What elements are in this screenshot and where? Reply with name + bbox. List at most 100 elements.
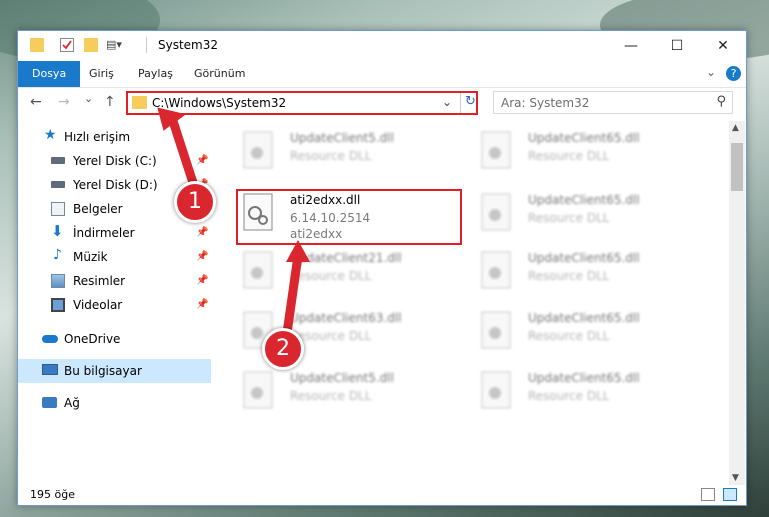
file-description: Resource DLL	[528, 211, 610, 225]
file-item[interactable]: UpdateClient65.dll Resource DLL	[480, 191, 700, 237]
help-icon[interactable]: ?	[726, 66, 741, 81]
pin-icon[interactable]: 📌	[196, 221, 208, 245]
file-item[interactable]: UpdateClient5.dll Resource DLL	[242, 369, 462, 415]
large-icons-view-icon[interactable]	[723, 488, 737, 501]
scroll-down-icon[interactable]: ▼	[732, 473, 739, 483]
pin-icon[interactable]: 📌	[196, 245, 208, 269]
back-arrow-icon[interactable]: ←	[30, 94, 42, 110]
file-item-ati2edxx[interactable]: ati2edxx.dll 6.14.10.2514 ati2edxx	[242, 191, 462, 241]
sidebar-item-label: Hızlı erişim	[64, 130, 131, 144]
new-folder-icon[interactable]	[84, 38, 98, 52]
search-placeholder: Ara: System32	[501, 96, 590, 110]
tab-paylas[interactable]: Paylaş	[129, 61, 182, 87]
dll-file-icon	[480, 131, 514, 171]
sidebar-item-music[interactable]: ♪ Müzik 📌	[18, 245, 211, 269]
file-item[interactable]: UpdateClient65.dll Resource DLL	[480, 249, 700, 295]
details-view-icon[interactable]	[701, 488, 715, 501]
sidebar-item-label: Yerel Disk (C:)	[73, 154, 157, 168]
file-item[interactable]: UpdateClient21.dll Resource DLL	[242, 249, 462, 295]
sidebar-item-quick-access[interactable]: ★ Hızlı erişim	[18, 125, 211, 149]
file-item[interactable]: UpdateClient65.dll Resource DLL	[480, 129, 700, 175]
dll-file-icon	[242, 371, 276, 411]
ribbon-tabs: Dosya Giriş Paylaş Görünüm ⌄ ?	[18, 61, 746, 88]
sidebar-item-label: Belgeler	[73, 202, 123, 216]
sidebar-item-label: Ağ	[64, 396, 80, 410]
pin-icon[interactable]: 📌	[196, 293, 208, 317]
up-arrow-icon[interactable]: ↑	[104, 94, 116, 110]
sidebar-item-label: Videolar	[73, 298, 123, 312]
search-box[interactable]: Ara: System32 ⚲	[493, 91, 733, 114]
file-description: Resource DLL	[528, 149, 610, 163]
item-count: 195 öğe	[30, 488, 75, 501]
pictures-icon	[51, 274, 65, 288]
step-callout-1: 1	[174, 181, 216, 223]
address-dropdown-icon[interactable]: ⌄	[442, 95, 452, 109]
scroll-thumb[interactable]	[731, 143, 743, 191]
maximize-button[interactable]: ☐	[654, 31, 700, 61]
refresh-icon[interactable]: ↻	[465, 94, 476, 109]
title-bar: ▤▾ System32 — ☐ ✕	[18, 31, 746, 61]
scroll-up-icon[interactable]: ▲	[732, 123, 739, 133]
step-callout-2: 2	[262, 328, 304, 370]
cloud-icon	[42, 335, 58, 343]
file-name: UpdateClient5.dll	[290, 131, 394, 145]
file-description: Resource DLL	[290, 269, 372, 283]
recent-locations-icon[interactable]: ⌄	[84, 92, 93, 105]
file-description: Resource DLL	[290, 389, 372, 403]
sidebar-item-downloads[interactable]: ⬇ İndirmeler 📌	[18, 221, 211, 245]
file-description: Resource DLL	[528, 329, 610, 343]
close-button[interactable]: ✕	[700, 31, 746, 61]
star-icon: ★	[44, 127, 57, 143]
file-name: UpdateClient65.dll	[528, 251, 640, 265]
sidebar-item-videos[interactable]: Videolar 📌	[18, 293, 211, 317]
chevron-down-icon[interactable]: ⌄	[706, 65, 716, 79]
pin-icon[interactable]: 📌	[196, 149, 208, 173]
vertical-scrollbar[interactable]: ▲ ▼	[729, 121, 745, 485]
file-name: UpdateClient5.dll	[290, 371, 394, 385]
address-path: C:\Windows\System32	[152, 96, 287, 110]
address-bar[interactable]: C:\Windows\System32 ⌄ ↻	[126, 91, 478, 115]
sidebar-item-onedrive[interactable]: OneDrive	[18, 327, 211, 351]
navigation-pane: ★ Hızlı erişim Yerel Disk (C:) 📌 Yerel D…	[18, 121, 211, 485]
file-item[interactable]: UpdateClient5.dll Resource DLL	[242, 129, 462, 175]
videos-icon	[51, 298, 65, 312]
file-name: UpdateClient65.dll	[528, 193, 640, 207]
file-version: 6.14.10.2514	[290, 211, 371, 225]
forward-arrow-icon[interactable]: →	[58, 94, 70, 110]
sidebar-item-network[interactable]: Ağ	[18, 391, 211, 415]
sidebar-item-label: Yerel Disk (D:)	[73, 178, 158, 192]
drive-icon	[51, 181, 65, 188]
file-item[interactable]: UpdateClient65.dll Resource DLL	[480, 369, 700, 415]
sidebar-item-label: Resimler	[73, 274, 126, 288]
sidebar-item-label: OneDrive	[64, 332, 121, 346]
address-separator	[460, 93, 461, 113]
file-name: UpdateClient21.dll	[290, 251, 402, 265]
dll-file-icon	[480, 193, 514, 233]
folder-icon	[132, 96, 147, 109]
navigation-bar: ← → ⌄ ↑ C:\Windows\System32 ⌄ ↻ Ara: Sys…	[18, 88, 746, 120]
customize-toolbar-icon[interactable]: ▤▾	[106, 38, 130, 52]
properties-icon[interactable]	[60, 38, 74, 52]
sidebar-item-this-pc[interactable]: Bu bilgisayar	[18, 359, 211, 383]
download-icon: ⬇	[51, 222, 64, 240]
sidebar-item-pictures[interactable]: Resimler 📌	[18, 269, 211, 293]
network-icon	[42, 397, 57, 408]
minimize-button[interactable]: —	[608, 31, 654, 61]
explorer-window: ▤▾ System32 — ☐ ✕ Dosya Giriş Paylaş Gör…	[17, 30, 747, 506]
dll-file-icon	[242, 131, 276, 171]
drive-icon	[51, 157, 65, 164]
file-name: UpdateClient65.dll	[528, 371, 640, 385]
file-item[interactable]: UpdateClient65.dll Resource DLL	[480, 309, 700, 355]
dll-file-icon	[480, 251, 514, 291]
sidebar-item-label: İndirmeler	[73, 226, 135, 240]
window-title: System32	[158, 38, 219, 52]
sidebar-item-local-disk-c[interactable]: Yerel Disk (C:) 📌	[18, 149, 211, 173]
file-description: Resource DLL	[528, 269, 610, 283]
pin-icon[interactable]: 📌	[196, 269, 208, 293]
file-description: Resource DLL	[290, 149, 372, 163]
documents-icon	[51, 202, 65, 216]
search-icon[interactable]: ⚲	[716, 94, 726, 109]
tab-giris[interactable]: Giriş	[80, 61, 123, 87]
tab-dosya[interactable]: Dosya	[18, 61, 81, 87]
tab-gorunum[interactable]: Görünüm	[185, 61, 254, 87]
